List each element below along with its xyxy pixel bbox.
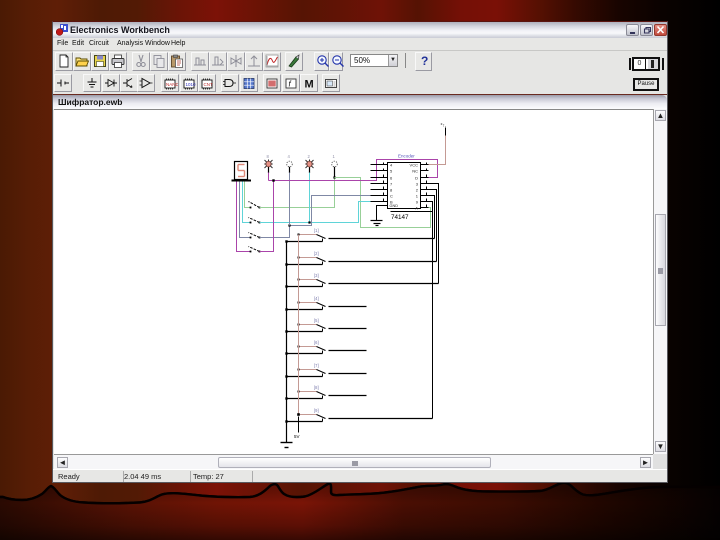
svg-text:[1]: [1] (314, 228, 319, 233)
svg-text:[5]: [5] (314, 318, 319, 323)
svg-text:D: D (415, 175, 418, 180)
svg-text:[4]: [4] (314, 296, 319, 301)
svg-text:2: 2 (308, 154, 311, 159)
svg-text:[2]: [2] (314, 251, 319, 256)
svg-text:A: A (415, 205, 418, 210)
svg-text:1: 1 (333, 154, 336, 159)
svg-text:GND: GND (390, 204, 399, 208)
svg-text:[8]: [8] (314, 385, 319, 390)
svg-text:4: 4 (288, 154, 291, 159)
svg-text:M: M (305, 79, 314, 91)
svg-text:[6]: [6] (314, 340, 319, 345)
svg-text:Encoder: Encoder (398, 154, 415, 159)
svg-text:[3]: [3] (314, 273, 319, 278)
svg-text:5V: 5V (294, 434, 300, 439)
svg-text:C: C (390, 193, 393, 198)
svg-text:NC: NC (412, 168, 418, 173)
svg-text:CNT: CNT (203, 82, 212, 87)
svg-text:1010: 1010 (185, 82, 196, 87)
svg-text:74147: 74147 (391, 214, 409, 221)
svg-text:[7]: [7] (314, 363, 319, 368)
svg-text:8: 8 (267, 154, 270, 159)
svg-text:NAND: NAND (166, 82, 178, 87)
svg-text:VCC: VCC (410, 162, 419, 167)
svg-text:[9]: [9] (314, 408, 319, 413)
